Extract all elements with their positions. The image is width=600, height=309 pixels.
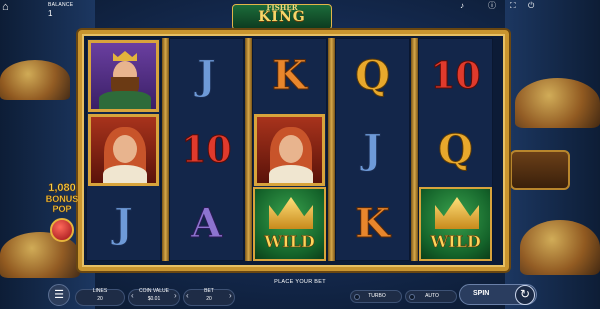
sound-icon[interactable]: ♪ bbox=[460, 2, 464, 10]
reel-2-cell-2: 10 bbox=[170, 113, 243, 187]
king-robe bbox=[99, 91, 151, 109]
symbol-a: A bbox=[190, 200, 223, 247]
queen-face bbox=[113, 135, 137, 163]
turbo-label: TURBO bbox=[368, 293, 386, 299]
bet-label: BET bbox=[204, 288, 214, 294]
queen-face bbox=[279, 135, 303, 163]
reel-4-cell-2: J bbox=[336, 113, 409, 187]
queen-symbol bbox=[254, 114, 325, 186]
reel-4-cell-1: Q bbox=[336, 39, 409, 113]
balance-value: 1 bbox=[48, 9, 53, 18]
wild-label: WILD bbox=[264, 232, 315, 252]
bonus-pop-label-line1: BONUS bbox=[45, 194, 79, 204]
reel-2-cell-3: A bbox=[170, 187, 243, 261]
fullscreen-icon[interactable]: ⛶ bbox=[510, 2, 516, 10]
wild-symbol: WILD bbox=[253, 187, 326, 261]
reel-5-cell-2: Q bbox=[419, 113, 492, 187]
auto-toggle-icon bbox=[409, 294, 415, 300]
gold-pile-right bbox=[515, 78, 600, 128]
gold-pile-right-bottom bbox=[520, 220, 600, 275]
bet-decrease-icon[interactable]: ‹ bbox=[186, 291, 189, 300]
power-icon[interactable]: ⏻ bbox=[528, 2, 534, 10]
balance-label: BALANCE bbox=[48, 2, 74, 8]
reel-divider bbox=[328, 38, 335, 261]
reel-2-cell-1: J bbox=[170, 39, 243, 113]
bonus-pop-count: 1,080 bbox=[48, 182, 76, 194]
queen-symbol bbox=[88, 114, 159, 186]
coin-value-decrease-icon[interactable]: ‹ bbox=[131, 291, 134, 300]
symbol-q: Q bbox=[438, 126, 474, 173]
wild-label: WILD bbox=[430, 232, 481, 252]
reel-divider bbox=[162, 38, 169, 261]
reel-1: J bbox=[86, 38, 161, 261]
reel-5: 10 Q WILD bbox=[418, 38, 493, 261]
info-icon[interactable]: ⓘ bbox=[488, 2, 496, 10]
reel-5-cell-3: WILD bbox=[419, 187, 492, 261]
lines-label: LINES bbox=[92, 288, 108, 294]
symbol-10: 10 bbox=[181, 129, 232, 171]
symbol-10: 10 bbox=[430, 55, 481, 97]
king-crown-icon bbox=[113, 51, 137, 61]
symbol-k: K bbox=[355, 200, 391, 247]
symbol-k: K bbox=[272, 52, 308, 99]
wild-crown-icon bbox=[435, 197, 479, 229]
bonus-pop-label: BONUS POP bbox=[34, 194, 90, 214]
reel-4: Q J K bbox=[335, 38, 410, 261]
lines-value: 20 bbox=[97, 296, 103, 302]
logo-title-line2: KING bbox=[258, 9, 306, 25]
treasure-chest-right bbox=[510, 150, 570, 190]
coin-value-label: COIN VALUE bbox=[139, 288, 169, 294]
bonus-pop-badge: 1,080 BONUS POP bbox=[34, 182, 90, 246]
wild-symbol: WILD bbox=[419, 187, 492, 261]
bet-value: 20 bbox=[206, 296, 212, 302]
reel-5-cell-1: 10 bbox=[419, 39, 492, 113]
home-icon[interactable]: ⌂ bbox=[2, 2, 16, 13]
bonus-gem-icon bbox=[50, 218, 74, 242]
spin-label: SPIN bbox=[473, 290, 490, 297]
symbol-j: J bbox=[363, 126, 383, 173]
reel-4-cell-3: K bbox=[336, 187, 409, 261]
reels-frame: J J 10 A K WILD Q J K 10 Q WILD bbox=[78, 30, 509, 271]
coin-value-increase-icon[interactable]: › bbox=[174, 291, 177, 300]
reel-3-cell-1: K bbox=[253, 39, 326, 113]
reel-3-cell-3: WILD bbox=[253, 187, 326, 261]
menu-button[interactable]: ☰ bbox=[48, 284, 70, 306]
queen-dress bbox=[269, 165, 313, 183]
reel-3: K WILD bbox=[252, 38, 327, 261]
reel-3-cell-2 bbox=[253, 113, 326, 187]
auto-label: AUTO bbox=[425, 293, 439, 299]
game-logo: FISHER KING bbox=[228, 0, 336, 34]
king-symbol bbox=[88, 40, 159, 112]
reel-1-cell-3: J bbox=[87, 187, 160, 261]
coin-value-value: $0.01 bbox=[147, 296, 161, 302]
reel-2: J 10 A bbox=[169, 38, 244, 261]
reel-1-cell-2 bbox=[87, 113, 160, 187]
bonus-pop-label-line2: POP bbox=[52, 204, 72, 214]
symbol-j: J bbox=[197, 52, 217, 99]
reel-divider bbox=[411, 38, 418, 261]
wild-crown-icon bbox=[269, 197, 313, 229]
queen-dress bbox=[103, 165, 147, 183]
turbo-toggle-icon bbox=[354, 294, 360, 300]
bet-increase-icon[interactable]: › bbox=[229, 291, 232, 300]
reel-1-cell-1 bbox=[87, 39, 160, 113]
reel-divider bbox=[245, 38, 252, 261]
symbol-q: Q bbox=[355, 52, 391, 99]
gold-pile-left bbox=[0, 60, 70, 100]
spin-refresh-icon[interactable]: ↻ bbox=[515, 285, 535, 305]
symbol-j: J bbox=[114, 200, 134, 247]
